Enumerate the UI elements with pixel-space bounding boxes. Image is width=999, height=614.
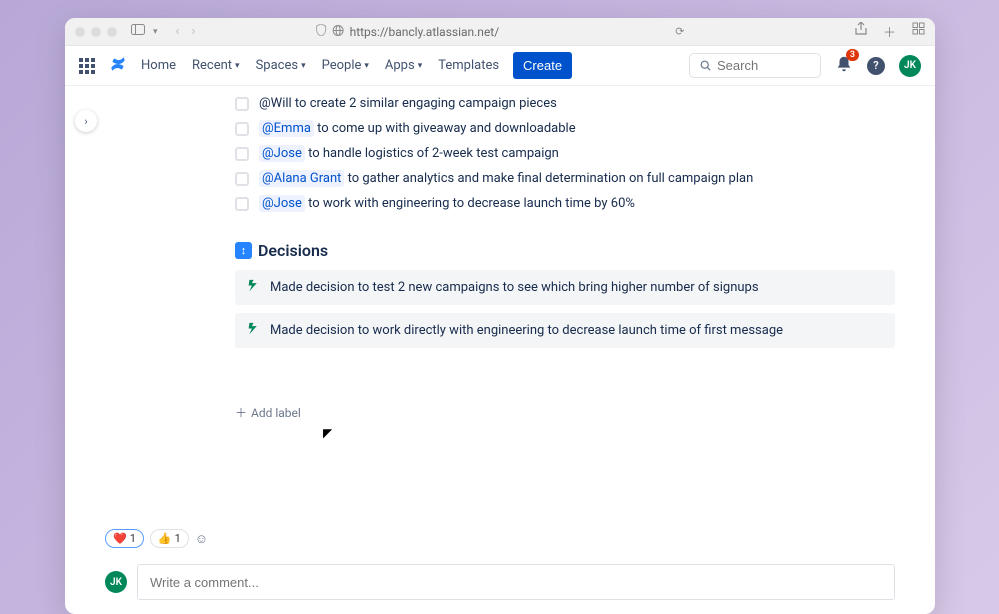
checkbox[interactable] [235,197,249,211]
back-icon[interactable]: ‹ [176,24,180,39]
new-tab-icon[interactable]: ＋ [883,22,896,41]
action-item: @Emma to come up with giveaway and downl… [235,121,895,136]
action-item: @Jose to handle logistics of 2-week test… [235,146,895,161]
decision-item: Made decision to work directly with engi… [235,313,895,348]
url-text[interactable]: https://bancly.atlassian.net/ [350,25,500,39]
sidebar-toggle-icon[interactable] [131,24,145,39]
maximize-window-icon[interactable] [107,27,117,37]
action-items-list: @Will to create 2 similar engaging campa… [235,96,895,211]
browser-titlebar: ▾ ‹ › https://bancly.atlassian.net/ ⟳ ＋ [65,18,935,46]
mouse-cursor: ◤ [323,426,332,440]
chevron-down-icon: ▾ [235,61,240,71]
mention[interactable]: @Jose [259,145,305,162]
action-item: @Alana Grant to gather analytics and mak… [235,171,895,186]
checkbox[interactable] [235,122,249,136]
tabs-overview-icon[interactable] [912,22,925,41]
chevron-down-icon: ▾ [418,61,423,71]
thumbs-up-icon: 👍 [158,532,172,545]
create-button[interactable]: Create [513,52,572,79]
chevron-down-icon[interactable]: ▾ [153,27,158,37]
reaction-thumbs-up[interactable]: 👍 1 [150,529,189,548]
nav-templates[interactable]: Templates [438,58,499,73]
checkbox[interactable] [235,97,249,111]
search-field[interactable] [689,53,821,78]
mention[interactable]: @Will [259,96,292,111]
reactions-bar: ❤️ 1 👍 1 ☺ [105,529,208,548]
mention[interactable]: @Alana Grant [259,170,344,187]
share-icon[interactable] [855,22,867,41]
comment-bar: JK [105,564,895,600]
decision-flag-icon [247,322,260,339]
confluence-logo-icon[interactable] [109,55,127,77]
action-item: @Jose to work with engineering to decrea… [235,196,895,211]
decision-flag-icon [247,279,260,296]
mention[interactable]: @Jose [259,195,305,212]
chevron-down-icon: ▾ [364,61,369,71]
window-controls[interactable] [75,27,117,37]
action-item: @Will to create 2 similar engaging campa… [235,96,895,111]
heart-icon: ❤️ [113,532,127,545]
reaction-heart[interactable]: ❤️ 1 [105,529,144,548]
decisions-heading: ↕ Decisions [235,241,895,260]
decisions-list: Made decision to test 2 new campaigns to… [235,270,895,348]
reload-icon[interactable]: ⟳ [675,25,684,38]
nav-recent[interactable]: Recent▾ [192,58,240,73]
privacy-shield-icon[interactable] [316,24,327,39]
notification-count-badge: 3 [846,49,859,61]
nav-spaces[interactable]: Spaces▾ [256,58,306,73]
search-input[interactable] [717,58,810,73]
browser-window: ▾ ‹ › https://bancly.atlassian.net/ ⟳ ＋ [65,18,935,614]
close-window-icon[interactable] [75,27,85,37]
checkbox[interactable] [235,147,249,161]
page-body: › @Will to create 2 similar engaging cam… [65,86,935,614]
decisions-emoji-icon: ↕ [235,242,252,259]
globe-icon [333,25,344,39]
search-icon [700,59,711,72]
checkbox[interactable] [235,172,249,186]
add-reaction-button[interactable]: ☺ [195,531,208,547]
minimize-window-icon[interactable] [91,27,101,37]
chevron-down-icon: ▾ [301,61,306,71]
profile-avatar[interactable]: JK [899,55,921,77]
comment-input[interactable] [137,564,895,600]
confluence-top-nav: Home Recent▾ Spaces▾ People▾ Apps▾ Templ… [65,46,935,86]
help-button[interactable]: ? [867,57,885,75]
nav-people[interactable]: People▾ [322,58,369,73]
notifications-button[interactable]: 3 [835,55,853,77]
mention[interactable]: @Emma [259,120,314,137]
app-switcher-icon[interactable] [79,58,95,74]
nav-apps[interactable]: Apps▾ [385,58,422,73]
forward-icon[interactable]: › [191,24,195,39]
plus-icon: ＋ [235,404,247,421]
nav-home[interactable]: Home [141,58,176,73]
decision-item: Made decision to test 2 new campaigns to… [235,270,895,305]
add-label-button[interactable]: ＋ Add label [235,404,895,421]
comment-avatar: JK [105,571,127,593]
